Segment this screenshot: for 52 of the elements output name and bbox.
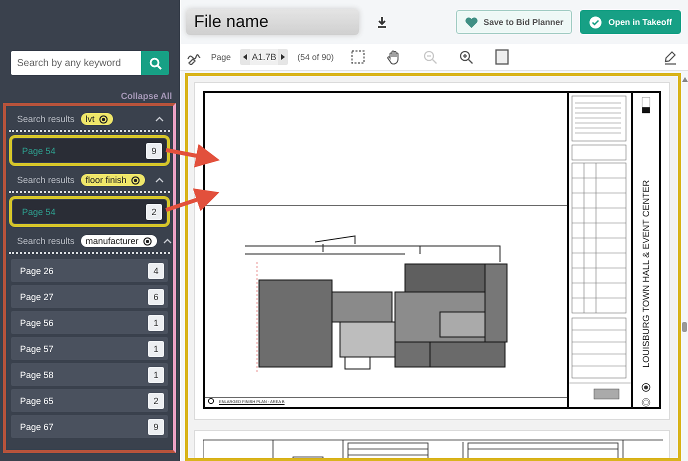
group-label: Search results	[17, 114, 75, 124]
search-field[interactable]: Search by any keyword	[11, 51, 141, 75]
chevron-up-icon[interactable]	[162, 238, 172, 244]
match-count-badge: 1	[148, 366, 164, 382]
scrollbar-thumb[interactable]	[682, 322, 687, 332]
pen-icon[interactable]	[663, 50, 678, 64]
match-count-badge: 2	[148, 392, 164, 408]
page-result-item[interactable]: Page 54 2	[13, 200, 166, 223]
search-term-chip[interactable]: lvt	[80, 113, 113, 125]
chevron-up-icon[interactable]	[155, 116, 164, 122]
match-count-badge: 6	[148, 288, 164, 304]
arrow	[165, 188, 220, 212]
collapse-all-link[interactable]: Collapse All	[120, 91, 172, 101]
page-icon[interactable]	[494, 49, 509, 65]
page-result-item[interactable]: Page 56 1	[11, 311, 168, 334]
remove-icon[interactable]	[98, 114, 108, 124]
match-count-badge: 9	[148, 418, 164, 434]
search-button[interactable]	[141, 51, 169, 75]
zoom-in-icon[interactable]	[458, 50, 474, 64]
chevron-up-icon[interactable]	[155, 177, 164, 183]
page-result-item[interactable]: Page 65 2	[11, 389, 168, 412]
page-label: Page	[211, 52, 231, 62]
page-result-item[interactable]: Page 57 1	[11, 337, 168, 360]
search-term-chip[interactable]: floor finish	[80, 174, 145, 186]
save-to-bid-planner-button[interactable]: Save to Bid Planner	[456, 10, 572, 34]
group-label: Search results	[17, 175, 75, 185]
page-result-item[interactable]: Page 26 4	[11, 259, 168, 282]
check-circle-icon	[589, 16, 602, 28]
match-count-badge: 2	[146, 204, 162, 220]
match-count-badge: 4	[148, 262, 164, 278]
match-count-badge: 9	[146, 142, 162, 158]
group-label: Search results	[17, 236, 75, 246]
scroll-up-arrow-icon[interactable]	[682, 77, 688, 82]
match-count-badge: 1	[148, 314, 164, 330]
arrow	[166, 144, 220, 168]
search-term-chip[interactable]: manufacturer	[80, 235, 157, 247]
page-result-item[interactable]: Page 27 6	[11, 285, 168, 308]
match-count-badge: 1	[148, 340, 164, 356]
search-icon	[148, 56, 162, 70]
selection-box-icon[interactable]	[350, 50, 365, 64]
remove-icon[interactable]	[142, 236, 152, 246]
page-count: (54 of 90)	[297, 52, 334, 62]
project-title: LOUISBURG TOWN HALL & EVENT CENTER	[641, 180, 651, 368]
file-name: File name	[186, 9, 359, 35]
sheet-number: A1.7B	[250, 49, 278, 65]
drawing-tag-icon	[208, 398, 216, 404]
remove-icon[interactable]	[130, 176, 140, 184]
page-result-item[interactable]: Page 67 9	[11, 415, 168, 438]
page-result-item[interactable]: Page 54 9	[13, 139, 166, 162]
heart-icon	[464, 16, 478, 28]
download-icon[interactable]	[377, 16, 387, 28]
page-result-item[interactable]: Page 58 1	[11, 363, 168, 386]
